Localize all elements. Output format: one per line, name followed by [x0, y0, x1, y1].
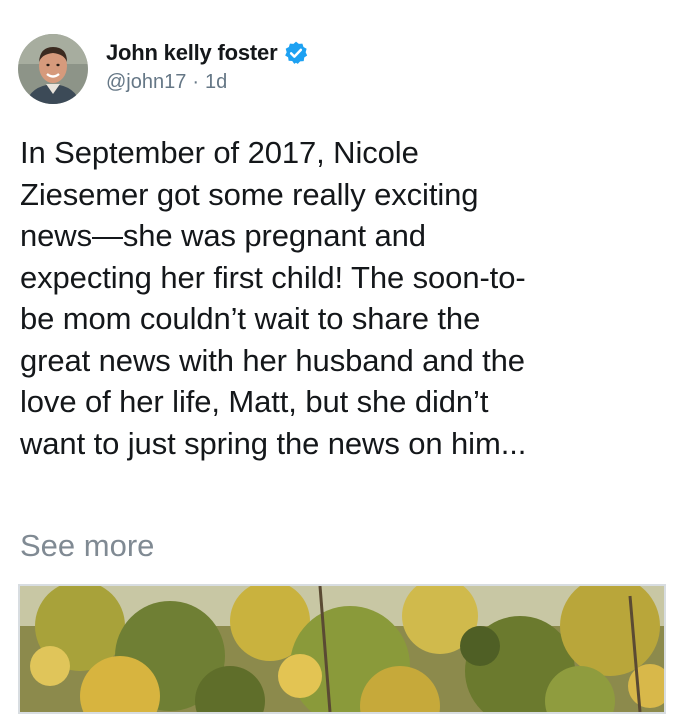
verified-badge-icon	[283, 40, 309, 66]
tweet-text-line: great news with her husband and the	[20, 342, 525, 378]
tweet-card: John kelly foster @john17 · 1d In Septem…	[0, 0, 700, 714]
tweet-text-line: Ziesemer got some really exciting	[20, 176, 479, 212]
tweet-text-line: be mom couldn’t wait to share the	[20, 301, 481, 336]
author-name[interactable]: John kelly foster	[106, 40, 278, 66]
avatar[interactable]	[18, 34, 88, 104]
author-handle[interactable]: @john17	[106, 71, 186, 94]
tweet-media-image[interactable]	[18, 584, 666, 714]
user-avatar-icon	[18, 34, 88, 104]
tweet-age[interactable]: 1d	[205, 71, 227, 94]
tweet-header: John kelly foster @john17 · 1d	[18, 34, 309, 114]
meta-separator: ·	[192, 71, 200, 93]
tweet-text: In September of 2017, Nicole Ziesemer go…	[20, 132, 688, 464]
photo-autumn-foliage-icon	[20, 586, 664, 712]
tweet-text-line: love of her life, Matt, but she didn’t	[20, 384, 489, 419]
handle-row: @john17 · 1d	[106, 71, 309, 94]
tweet-text-line: expecting her first child! The soon-to-	[20, 259, 526, 295]
name-row: John kelly foster	[106, 38, 309, 68]
tweet-text-line: want to just spring the news on him...	[20, 425, 527, 461]
author-meta: John kelly foster @john17 · 1d	[106, 38, 309, 94]
tweet-text-line: In September of 2017, Nicole	[20, 135, 419, 170]
tweet-text-line: news—she was pregnant and	[20, 218, 426, 253]
see-more-link[interactable]: See more	[20, 525, 154, 566]
